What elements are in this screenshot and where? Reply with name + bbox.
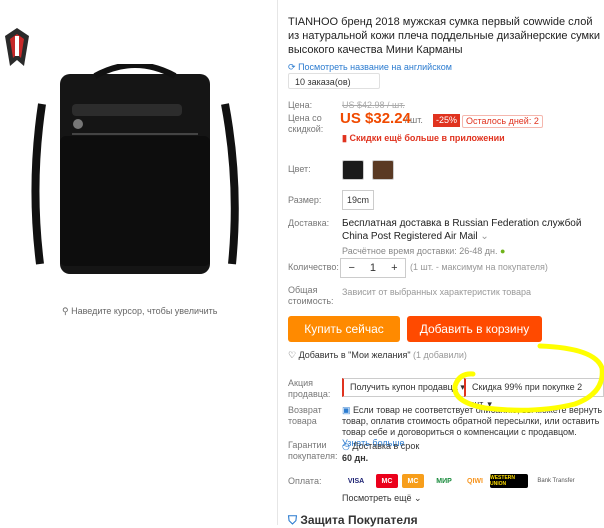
column-divider (277, 0, 278, 525)
delivery-label: Доставка: (288, 218, 330, 228)
buy-now-button[interactable]: Купить сейчас (288, 316, 400, 342)
orders-badge: 10 заказа(ов) (288, 73, 380, 89)
magnifier-icon: ⚲ (62, 306, 69, 316)
chevron-down-icon[interactable]: ⌄ (480, 231, 488, 242)
maestro-icon: MC (402, 474, 424, 488)
qiwi-icon: QIWI (467, 477, 483, 485)
promo-label: Акция продавца: (288, 378, 331, 399)
app-discount-link[interactable]: ▮ Скидки ещё больше в приложении (342, 133, 505, 144)
price-label: Цена: (288, 100, 313, 110)
color-label: Цвет: (288, 164, 311, 174)
help-icon[interactable]: ● (500, 246, 505, 256)
western-union-icon: WESTERN UNION (490, 474, 528, 488)
refresh-icon: ⟳ (288, 62, 296, 72)
payment-more-link[interactable]: Посмотреть ещё ⌄ (342, 493, 422, 504)
info-icon: ▣ (342, 405, 351, 415)
color-swatch-black[interactable] (342, 160, 364, 180)
product-image[interactable] (20, 62, 248, 276)
phone-icon: ▮ (342, 133, 347, 143)
quantity-note: (1 шт. - максимум на покупателя) (410, 262, 548, 272)
size-label: Размер: (288, 195, 322, 205)
clock-icon: ◷ (342, 441, 350, 451)
yellow-highlight-annotation (445, 338, 604, 418)
heart-icon: ♡ (288, 350, 297, 360)
quantity-stepper: − 1 + (340, 258, 406, 278)
guarantee-label: Гарантии покупателя: (288, 440, 338, 461)
total-note: Зависит от выбранных характеристик товар… (342, 287, 531, 297)
zoom-hint: ⚲ Наведите курсор, чтобы увеличить (62, 306, 218, 316)
brand-logo (2, 26, 32, 68)
chevron-down-icon: ⌄ (414, 493, 422, 503)
quantity-minus-button[interactable]: − (341, 262, 362, 274)
size-option[interactable]: 19cm (342, 190, 374, 210)
days-left-badge: Осталось дней: 2 (462, 115, 543, 128)
old-price: US $42.98 / шт. (342, 100, 405, 110)
current-price: US $32.24 (340, 110, 411, 127)
visa-icon: VISA (347, 477, 365, 485)
color-swatch-brown[interactable] (372, 160, 394, 180)
bank-transfer-icon: Bank Transfer (537, 478, 575, 484)
guarantee-info: ◷ Доставка в срок 60 дн. (342, 441, 420, 463)
per-unit: / шт. (405, 115, 423, 125)
return-label: Возврат товара (288, 405, 322, 426)
mastercard-icon: MC (376, 474, 398, 488)
product-title: TIANHOO бренд 2018 мужская сумка первый … (288, 16, 600, 56)
total-label: Общая стоимость: (288, 285, 334, 306)
quantity-label: Количество: (288, 262, 339, 272)
discount-badge: -25% (433, 114, 461, 127)
quantity-input[interactable]: 1 (362, 262, 383, 274)
payment-label: Оплата: (288, 476, 322, 486)
mir-icon: МИР (436, 477, 452, 485)
wishlist-link[interactable]: ♡ Добавить в "Мои желания" (1 добавили) (288, 350, 467, 361)
discount-price-label: Цена со скидкой: (288, 113, 324, 134)
english-title-link[interactable]: ⟳ Посмотреть название на английском (288, 62, 452, 73)
buyer-protection-heading: ⛉ Защита Покупателя (288, 513, 418, 527)
shipping-info: Бесплатная доставка в Russian Federation… (342, 218, 582, 256)
quantity-plus-button[interactable]: + (384, 262, 405, 274)
